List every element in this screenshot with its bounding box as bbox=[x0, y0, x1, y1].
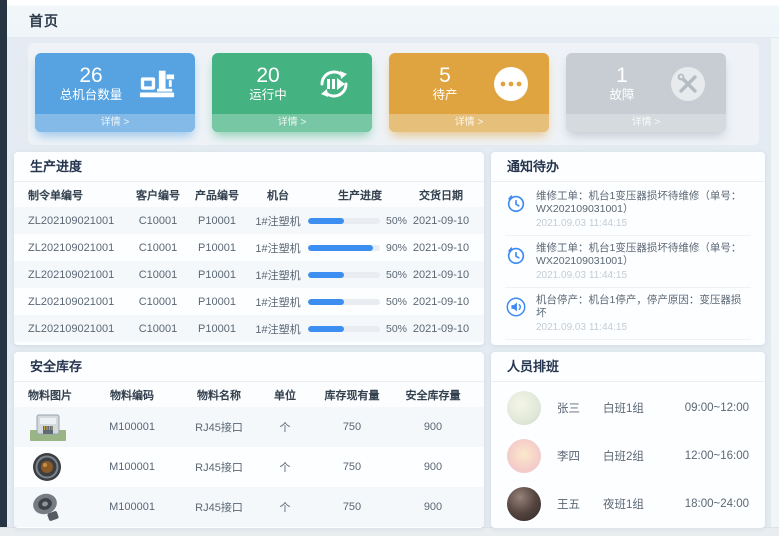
staff-row: 张三 白班1组 09:00~12:00 bbox=[507, 384, 749, 432]
stat-label: 故障 bbox=[580, 87, 664, 104]
notice-text: 机台停产：机台1停产，停产原因：变压器损坏 bbox=[536, 294, 751, 320]
staff-name: 王五 bbox=[557, 496, 603, 512]
clock-icon bbox=[505, 192, 527, 214]
progress-bar: 50% bbox=[308, 323, 412, 335]
material-image-speaker-driver bbox=[28, 451, 88, 483]
progress-bar: 90% bbox=[308, 242, 412, 254]
table-row: ZL202109021001 C10001 P10001 1#注塑机 90% 2… bbox=[14, 234, 484, 261]
notice-time: 2021.09.03 11:44:15 bbox=[536, 270, 751, 282]
staff-time: 09:00~12:00 bbox=[685, 402, 749, 414]
stat-value: 20 bbox=[226, 64, 310, 87]
staff-schedule-panel: 人员排班 张三 白班1组 09:00~12:00 李四 白班2组 12:00~1… bbox=[491, 352, 765, 528]
notice-text: 维修工单：机台1变压器损坏待维修（单号：WX202109031001） bbox=[536, 190, 751, 216]
panel-title: 安全库存 bbox=[14, 352, 484, 382]
stat-value: 5 bbox=[403, 64, 487, 87]
ellipsis-icon bbox=[491, 64, 531, 104]
table-row: ZL202109021001 C10001 P10001 1#注塑机 50% 2… bbox=[14, 207, 484, 234]
panel-title: 生产进度 bbox=[14, 152, 484, 182]
notice-item[interactable]: 维修工单：机台1变压器损坏待维修（单号：WX202109031001） 2021… bbox=[505, 236, 751, 288]
notice-time: 2021.09.03 11:44:15 bbox=[536, 322, 751, 334]
staff-row: 李四 白班2组 12:00~16:00 bbox=[507, 432, 749, 480]
stat-value: 1 bbox=[580, 64, 664, 87]
avatar bbox=[507, 439, 541, 473]
stat-label: 总机台数量 bbox=[49, 87, 133, 104]
notice-time: 2021.09.03 11:44:15 bbox=[536, 218, 751, 230]
stat-card-pending[interactable]: 5 待产 详情 > bbox=[389, 53, 549, 132]
detail-link[interactable]: 详情 > bbox=[212, 114, 372, 132]
detail-link[interactable]: 详情 > bbox=[35, 114, 195, 132]
table-header: 物料图片 物料编码 物料名称 单位 库存现有量 安全库存量 bbox=[14, 382, 484, 407]
machine-icon bbox=[137, 64, 177, 104]
safety-stock-panel: 安全库存 物料图片 物料编码 物料名称 单位 库存现有量 安全库存量 M1000… bbox=[14, 352, 484, 528]
topbar: 首页 bbox=[7, 0, 779, 38]
bottom-edge-strip bbox=[0, 527, 779, 536]
speaker-icon bbox=[505, 296, 527, 318]
tools-icon bbox=[668, 64, 708, 104]
tab-home[interactable]: 首页 bbox=[29, 11, 59, 31]
material-image-speaker-cone bbox=[28, 491, 88, 523]
table-row: M100001 RJ45接口 个 750 900 bbox=[14, 407, 484, 447]
panel-title: 通知待办 bbox=[491, 152, 765, 182]
running-icon bbox=[314, 64, 354, 104]
staff-name: 李四 bbox=[557, 448, 603, 464]
table-row: ZL202109021001 C10001 P10001 1#注塑机 50% 2… bbox=[14, 288, 484, 315]
progress-bar: 50% bbox=[308, 296, 412, 308]
material-image-rj45 bbox=[28, 411, 88, 443]
notices-panel: 通知待办 维修工单：机台1变压器损坏待维修（单号：WX202109031001）… bbox=[491, 152, 765, 345]
stat-card-fault[interactable]: 1 故障 详情 > bbox=[566, 53, 726, 132]
stat-card-running[interactable]: 20 运行中 详情 > bbox=[212, 53, 372, 132]
detail-link[interactable]: 详情 > bbox=[389, 114, 549, 132]
table-row: M100001 RJ45接口 个 750 900 bbox=[14, 447, 484, 487]
notice-text: 维修工单：机台1变压器损坏待维修（单号：WX202109031001） bbox=[536, 242, 751, 268]
stats-panel: 26 总机台数量 详情 > 20 运行中 bbox=[28, 43, 759, 145]
notice-item[interactable]: 计划暂停：机台1生产计划已暂停 2021.09.03 11:44:15 bbox=[505, 340, 751, 345]
progress-bar: 50% bbox=[308, 215, 412, 227]
production-progress-panel: 生产进度 制令单编号 客户编号 产品编号 机台 生产进度 交货日期 ZL2021… bbox=[14, 152, 484, 345]
table-row: M100001 RJ45接口 个 750 900 bbox=[14, 487, 484, 527]
notice-item[interactable]: 维修工单：机台1变压器损坏待维修（单号：WX202109031001） 2021… bbox=[505, 184, 751, 236]
avatar bbox=[507, 391, 541, 425]
scrollbar[interactable] bbox=[770, 0, 779, 527]
table-row: ZL202109021001 C10001 P10001 1#注塑机 50% 2… bbox=[14, 261, 484, 288]
staff-name: 张三 bbox=[557, 400, 603, 416]
panel-title: 人员排班 bbox=[491, 352, 765, 382]
table-row: ZL202109021001 C10001 P10001 1#注塑机 50% 2… bbox=[14, 315, 484, 342]
left-edge-strip bbox=[0, 0, 7, 527]
clock-icon bbox=[505, 244, 527, 266]
avatar bbox=[507, 487, 541, 521]
stat-label: 待产 bbox=[403, 87, 487, 104]
staff-shift: 白班1组 bbox=[603, 400, 675, 416]
table-header: 制令单编号 客户编号 产品编号 机台 生产进度 交货日期 bbox=[14, 182, 484, 207]
staff-time: 12:00~16:00 bbox=[685, 450, 749, 462]
progress-bar: 50% bbox=[308, 269, 412, 281]
staff-row: 王五 夜班1组 18:00~24:00 bbox=[507, 480, 749, 528]
stat-value: 26 bbox=[49, 64, 133, 87]
detail-link[interactable]: 详情 > bbox=[566, 114, 726, 132]
staff-shift: 白班2组 bbox=[603, 448, 675, 464]
stat-label: 运行中 bbox=[226, 87, 310, 104]
stat-card-total-machines[interactable]: 26 总机台数量 详情 > bbox=[35, 53, 195, 132]
notice-item[interactable]: 机台停产：机台1停产，停产原因：变压器损坏 2021.09.03 11:44:1… bbox=[505, 288, 751, 340]
staff-shift: 夜班1组 bbox=[603, 496, 675, 512]
staff-time: 18:00~24:00 bbox=[685, 498, 749, 510]
